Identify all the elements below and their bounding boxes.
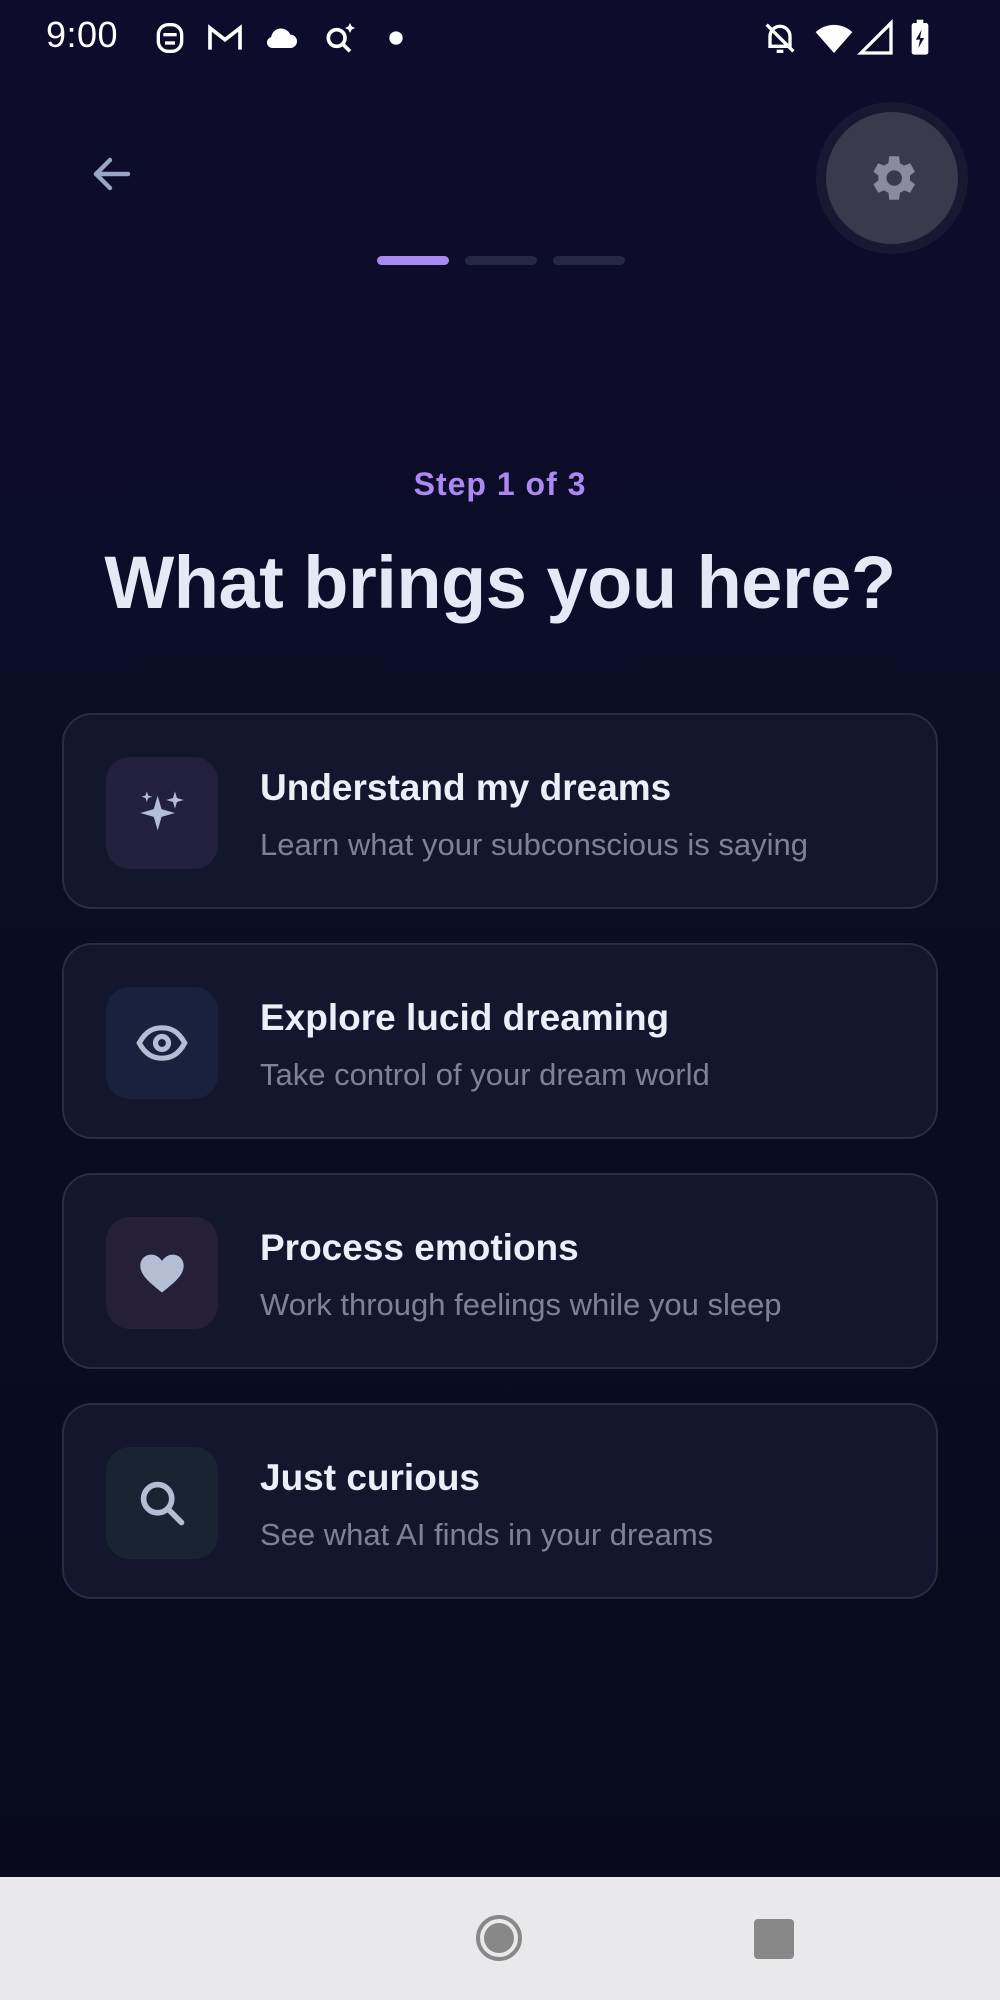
option-title: Just curious xyxy=(260,1457,480,1498)
option-icon-container xyxy=(106,1217,218,1329)
option-title: Understand my dreams xyxy=(260,767,672,808)
wifi-icon xyxy=(814,18,854,58)
progress-segment-1 xyxy=(377,256,449,265)
bell-off-icon xyxy=(760,18,800,58)
dot-icon xyxy=(376,18,416,58)
cloud-icon xyxy=(262,18,302,58)
page-title: What brings you here? xyxy=(104,541,896,624)
step-label: Step 1 of 3 xyxy=(413,466,587,502)
sparkle-search-icon xyxy=(320,18,360,58)
option-description: Learn what your subconscious is saying xyxy=(260,827,808,862)
gmail-icon xyxy=(205,18,245,58)
option-process-emotions[interactable]: Process emotions Work through feelings w… xyxy=(62,1173,938,1369)
option-understand-dreams[interactable]: Understand my dreams Learn what your sub… xyxy=(62,713,938,909)
option-title: Explore lucid dreaming xyxy=(260,997,670,1038)
option-icon-container xyxy=(106,987,218,1099)
app-screen: 9:00 Step 1 of 3 What brings you here? U… xyxy=(0,0,1000,1877)
battery-charging-icon xyxy=(900,18,940,58)
sparkles-icon xyxy=(140,791,184,831)
step-progress xyxy=(377,256,625,265)
eye-icon xyxy=(136,1025,188,1061)
status-time: 9:00 xyxy=(46,14,119,55)
face-icon xyxy=(150,18,190,58)
option-lucid-dreaming[interactable]: Explore lucid dreaming Take control of y… xyxy=(62,943,938,1139)
heart-icon xyxy=(140,1254,184,1293)
status-bar: 9:00 xyxy=(0,0,1000,72)
progress-segment-2 xyxy=(465,256,537,265)
option-description: See what AI finds in your dreams xyxy=(260,1517,714,1552)
recents-square-icon[interactable] xyxy=(754,1919,794,1959)
settings-button[interactable] xyxy=(826,112,958,244)
option-description: Work through feelings while you sleep xyxy=(260,1287,782,1322)
search-icon xyxy=(140,1481,185,1526)
progress-segment-3 xyxy=(553,256,625,265)
option-just-curious[interactable]: Just curious See what AI finds in your d… xyxy=(62,1403,938,1599)
option-description: Take control of your dream world xyxy=(260,1057,710,1092)
home-inner-dot xyxy=(484,1923,514,1953)
arrow-left-icon xyxy=(93,157,131,191)
options-list: Understand my dreams Learn what your sub… xyxy=(62,713,938,1633)
option-title: Process emotions xyxy=(260,1227,579,1268)
option-icon-container xyxy=(106,757,218,869)
option-icon-container xyxy=(106,1447,218,1559)
home-circle-icon[interactable] xyxy=(476,1915,522,1961)
signal-icon xyxy=(856,18,896,58)
back-button[interactable] xyxy=(80,142,144,206)
gear-icon xyxy=(873,156,915,200)
system-nav-bar xyxy=(0,1877,1000,2000)
